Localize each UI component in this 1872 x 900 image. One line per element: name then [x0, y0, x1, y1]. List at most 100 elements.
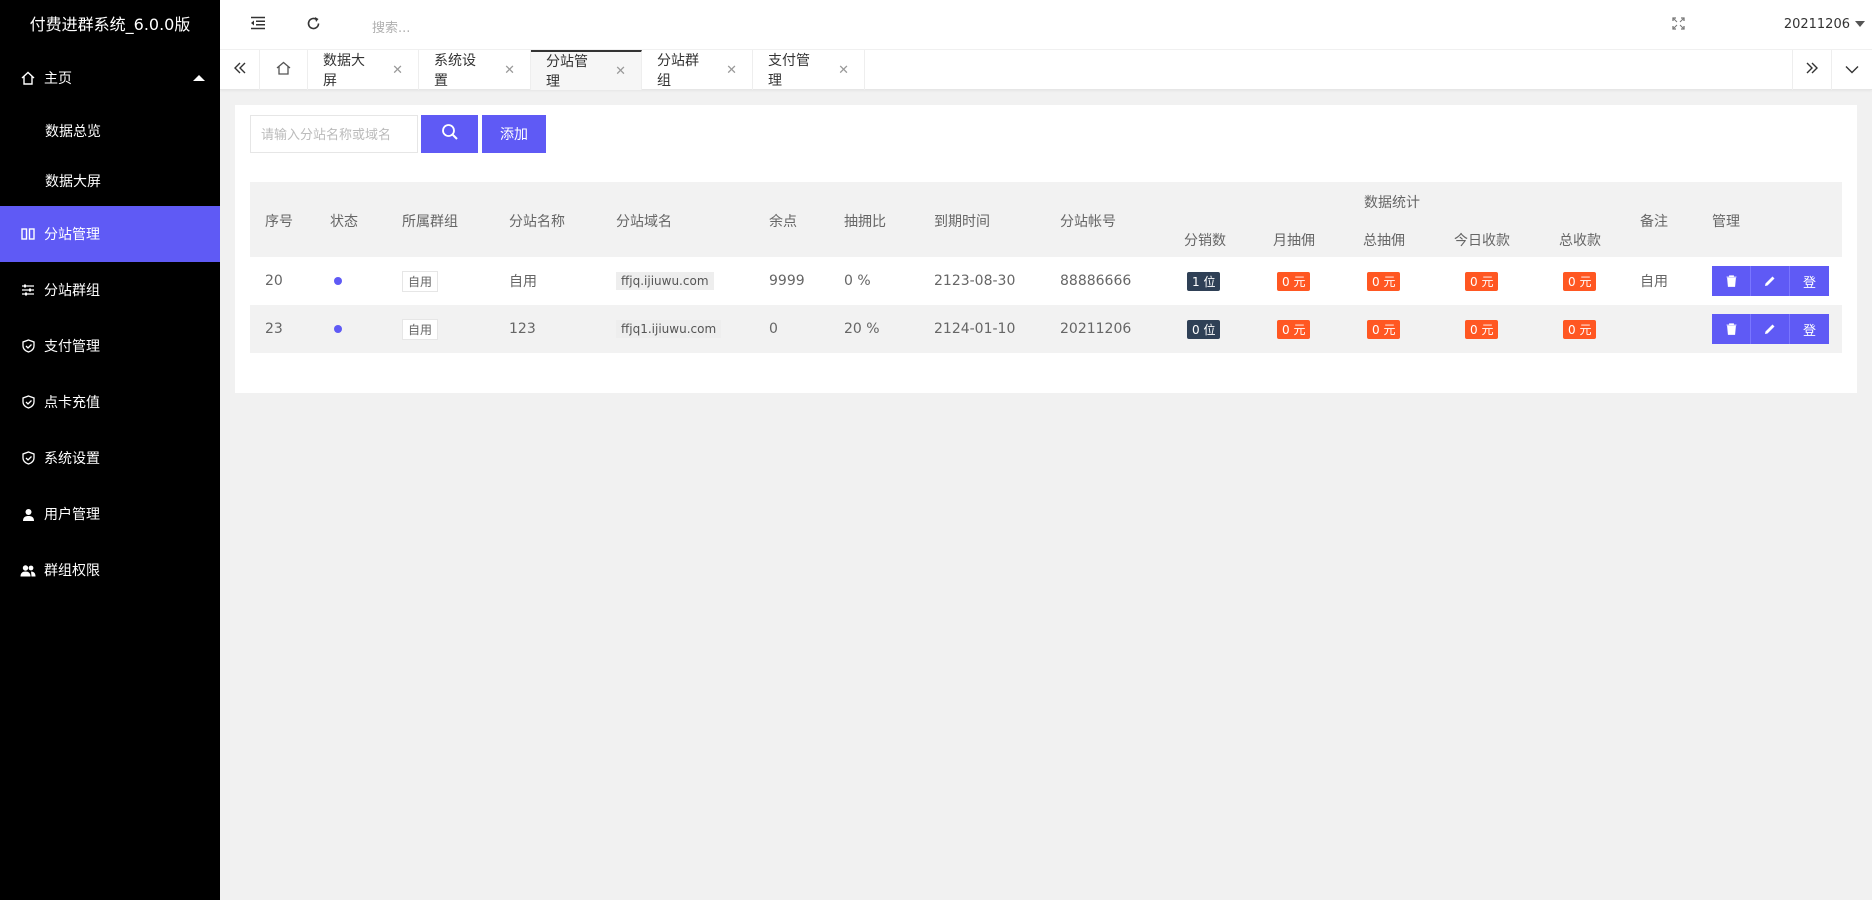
users-icon: [20, 562, 36, 578]
tab-bar: 数据大屏 ✕ 系统设置 ✕ 分站管理 ✕ 分站群组 ✕ 支付管理 ✕: [220, 50, 1872, 90]
domain-tag: ffjq1.ijiuwu.com: [616, 320, 722, 338]
income-badge: 0 元: [1563, 319, 1597, 339]
col-stats: 数据统计: [1364, 195, 1420, 211]
cell-income: 0 元: [1563, 305, 1597, 353]
close-icon[interactable]: ✕: [726, 63, 737, 78]
row-actions: 登: [1712, 305, 1829, 353]
add-button[interactable]: 添加: [482, 115, 546, 153]
month-badge: 0 元: [1277, 319, 1311, 339]
sidebar-item-home[interactable]: 主页: [0, 50, 220, 106]
row-actions: 登: [1712, 257, 1829, 305]
month-badge: 0 元: [1277, 271, 1311, 291]
delete-button[interactable]: [1712, 266, 1751, 296]
tab-label: 数据大屏: [323, 53, 365, 89]
col-income: 总收款: [1559, 233, 1601, 249]
columns-icon: [20, 226, 36, 242]
sidebar: 付费进群系统_6.0.0版 主页 数据总览 数据大屏 分站管理 分站群组 支付管…: [0, 0, 220, 900]
user-menu[interactable]: 20211206: [1784, 17, 1850, 32]
user-icon: [20, 506, 36, 522]
domain-tag: ffjq.ijiuwu.com: [616, 272, 714, 290]
sidebar-item-system-settings[interactable]: 系统设置: [0, 430, 220, 486]
tab-label: 分站群组: [657, 53, 699, 89]
refresh-button[interactable]: [293, 0, 333, 50]
col-expire: 到期时间: [934, 214, 990, 230]
sidebar-item-card-recharge[interactable]: 点卡充值: [0, 374, 220, 430]
col-total: 总抽佣: [1363, 233, 1405, 249]
login-button[interactable]: 登: [1790, 314, 1829, 344]
edit-button[interactable]: [1751, 314, 1790, 344]
cell-today: 0 元: [1465, 257, 1499, 305]
cell-income: 0 元: [1563, 257, 1597, 305]
col-status: 状态: [330, 214, 358, 230]
tabs-scroll-left-button[interactable]: [220, 50, 260, 90]
edit-button[interactable]: [1751, 266, 1790, 296]
close-icon[interactable]: ✕: [838, 63, 849, 78]
cell-rate: 20 %: [844, 321, 880, 337]
col-today: 今日收款: [1454, 233, 1510, 249]
today-badge: 0 元: [1465, 319, 1499, 339]
close-icon[interactable]: ✕: [392, 63, 403, 78]
cell-id: 20: [265, 273, 283, 289]
cell-group: 自用: [402, 305, 439, 353]
col-account: 分站帐号: [1060, 214, 1116, 230]
income-badge: 0 元: [1563, 271, 1597, 291]
tab-label: 系统设置: [434, 53, 476, 89]
cell-expire: 2123-08-30: [934, 273, 1016, 289]
tab-substation-groups[interactable]: 分站群组 ✕: [642, 50, 753, 90]
close-icon[interactable]: ✕: [615, 64, 626, 79]
today-badge: 0 元: [1465, 271, 1499, 291]
caret-down-icon: [1855, 21, 1865, 27]
sidebar-item-payment[interactable]: 支付管理: [0, 318, 220, 374]
refresh-icon: [306, 16, 321, 35]
trash-icon: [1726, 275, 1736, 287]
cell-group: 自用: [402, 257, 439, 305]
sidebar-item-group-permissions[interactable]: 群组权限: [0, 542, 220, 598]
tab-home[interactable]: [260, 50, 308, 90]
header-search-input[interactable]: 搜索...: [372, 17, 410, 36]
col-id: 序号: [265, 214, 293, 230]
sidebar-item-label: 主页: [44, 71, 72, 87]
sidebar-item-users[interactable]: 用户管理: [0, 486, 220, 542]
sales-badge: 0 位: [1187, 319, 1221, 339]
tab-bigscreen[interactable]: 数据大屏 ✕: [308, 50, 419, 90]
substation-search-input[interactable]: [250, 115, 418, 153]
sidebar-subitem-bigscreen[interactable]: 数据大屏: [0, 156, 220, 206]
cell-total: 0 元: [1367, 305, 1401, 353]
menu-toggle-button[interactable]: [238, 0, 278, 50]
cell-name: 自用: [509, 274, 537, 290]
sidebar-item-substation-groups[interactable]: 分站群组: [0, 262, 220, 318]
shield-icon: [20, 394, 36, 410]
tab-payment[interactable]: 支付管理 ✕: [753, 50, 865, 90]
search-icon: [441, 123, 459, 145]
col-manage: 管理: [1712, 214, 1740, 230]
sidebar-item-substation[interactable]: 分站管理: [0, 206, 220, 262]
sliders-icon: [20, 282, 36, 298]
col-sales: 分销数: [1184, 233, 1226, 249]
search-button[interactable]: [421, 115, 478, 153]
chevron-down-icon: [1845, 62, 1859, 78]
login-button[interactable]: 登: [1790, 266, 1829, 296]
tab-label: 支付管理: [768, 53, 810, 89]
cell-name: 123: [509, 321, 536, 337]
pencil-icon: [1765, 324, 1775, 334]
tabs-scroll-right-button[interactable]: [1792, 50, 1832, 90]
tab-system-settings[interactable]: 系统设置 ✕: [419, 50, 531, 90]
sidebar-item-label: 分站管理: [44, 227, 100, 243]
indent-icon: [250, 16, 266, 34]
delete-button[interactable]: [1712, 314, 1751, 344]
table-row: 23 自用 123 ffjq1.ijiuwu.com 0 20 % 2124-0…: [250, 305, 1842, 353]
col-name: 分站名称: [509, 214, 565, 230]
fullscreen-icon: [1671, 16, 1685, 34]
total-badge: 0 元: [1367, 271, 1401, 291]
table-header: 序号 状态 所属群组 分站名称 分站域名 余点 抽拥比 到期时间 分站帐号 数据…: [250, 182, 1842, 257]
tab-substation-manage[interactable]: 分站管理 ✕: [531, 50, 642, 90]
shield-icon: [20, 338, 36, 354]
close-icon[interactable]: ✕: [504, 63, 515, 78]
sidebar-item-label: 系统设置: [44, 451, 100, 467]
fullscreen-button[interactable]: [1658, 0, 1698, 50]
tabs-dropdown-button[interactable]: [1832, 50, 1872, 90]
shield-icon: [20, 450, 36, 466]
cell-id: 23: [265, 321, 283, 337]
sidebar-subitem-overview[interactable]: 数据总览: [0, 106, 220, 156]
sidebar-item-label: 群组权限: [44, 563, 100, 579]
